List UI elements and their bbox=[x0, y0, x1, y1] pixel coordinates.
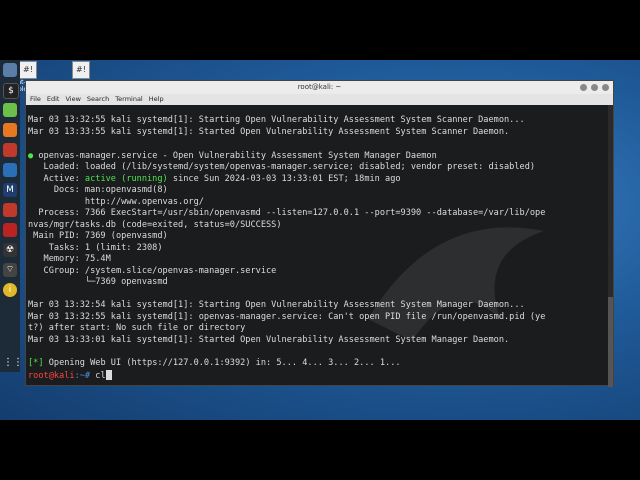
window-titlebar[interactable]: root@kali: ~ bbox=[26, 81, 613, 94]
prompt-user: root@kali bbox=[28, 371, 75, 381]
terminal-output[interactable]: Mar 03 13:32:55 kali systemd[1]: Startin… bbox=[26, 105, 608, 385]
script-file-icon-text: #! bbox=[76, 65, 86, 74]
terminal-line: Mar 03 13:32:55 kali systemd[1]: Startin… bbox=[28, 115, 525, 125]
terminal-line: [*] Opening Web UI (https://127.0.0.1:93… bbox=[28, 358, 401, 369]
armitage-icon[interactable] bbox=[3, 163, 17, 177]
firefox-icon[interactable] bbox=[3, 123, 17, 137]
menu-terminal[interactable]: Terminal bbox=[115, 95, 142, 103]
terminal-line: Mar 03 13:32:54 kali systemd[1]: Startin… bbox=[28, 300, 525, 310]
script-file-icon-text: #! bbox=[23, 65, 33, 74]
scrollbar-thumb[interactable] bbox=[608, 297, 613, 387]
text-editor-icon[interactable] bbox=[3, 103, 17, 117]
exploit-icon[interactable] bbox=[3, 143, 17, 157]
active-since: since Sun 2024-03-03 13:33:01 EST; 18min… bbox=[167, 174, 401, 184]
terminal-line: Memory: 75.4M bbox=[28, 254, 111, 264]
terminal-line: CGroup: /system.slice/openvas-manager.se… bbox=[28, 266, 277, 276]
active-label: Active: bbox=[28, 174, 85, 184]
terminal-line: ● openvas-manager.service - Open Vulnera… bbox=[28, 151, 437, 162]
info-tag: [*] bbox=[28, 358, 44, 368]
menu-view[interactable]: View bbox=[65, 95, 80, 103]
terminal-line: Mar 03 13:33:01 kali systemd[1]: Started… bbox=[28, 335, 510, 345]
close-icon[interactable] bbox=[602, 84, 609, 91]
terminal-prompt[interactable]: root@kali:~# cl bbox=[28, 370, 112, 381]
status-bullet: ● bbox=[28, 151, 34, 161]
terminal-line: Mar 03 13:33:55 kali systemd[1]: Started… bbox=[28, 127, 510, 137]
scrollbar[interactable] bbox=[608, 105, 613, 387]
terminal-line: http://www.openvas.org/ bbox=[28, 197, 204, 207]
wifi-icon[interactable]: ⌔ bbox=[3, 263, 17, 277]
terminal-line: Loaded: loaded (/lib/systemd/system/open… bbox=[28, 162, 536, 172]
menu-file[interactable]: File bbox=[30, 95, 41, 103]
kali-dragon-watermark bbox=[368, 227, 544, 341]
terminal-line: nvas/mgr/tasks.db (code=exited, status=0… bbox=[28, 220, 282, 230]
burp-icon[interactable] bbox=[3, 203, 17, 217]
terminal-line: Active: active (running) since Sun 2024-… bbox=[28, 174, 401, 185]
menu-bar: File Edit View Search Terminal Help bbox=[26, 94, 613, 105]
service-header: openvas-manager.service - Open Vulnerabi… bbox=[38, 151, 437, 161]
menu-help[interactable]: Help bbox=[149, 95, 164, 103]
command-input[interactable]: cl bbox=[95, 371, 105, 381]
script-file-icon[interactable]: #! bbox=[72, 61, 90, 79]
minimize-icon[interactable] bbox=[580, 84, 587, 91]
terminal-icon[interactable]: $ bbox=[3, 83, 19, 99]
terminal-line: Tasks: 1 (limit: 2308) bbox=[28, 243, 163, 253]
terminal-line: Main PID: 7369 (openvasmd) bbox=[28, 231, 168, 241]
active-status: active (running) bbox=[84, 174, 168, 184]
terminal-window: root@kali: ~ File Edit View Search Terminal H… bbox=[25, 80, 614, 387]
metasploit-icon[interactable]: M bbox=[3, 183, 17, 197]
text-cursor bbox=[105, 370, 112, 380]
beef-icon[interactable] bbox=[3, 223, 17, 237]
window-title: root@kali: ~ bbox=[297, 83, 342, 91]
prompt-path: :~# bbox=[74, 371, 96, 381]
menu-search[interactable]: Search bbox=[87, 95, 109, 103]
folder-icon[interactable] bbox=[3, 63, 17, 77]
apps-grid-icon[interactable]: ⋮⋮ bbox=[3, 356, 23, 370]
radiation-icon[interactable]: ☢ bbox=[3, 243, 17, 257]
script-file-icon[interactable]: #! bbox=[19, 61, 37, 79]
maximize-icon[interactable] bbox=[591, 84, 598, 91]
terminal-line: Process: 7366 ExecStart=/usr/sbin/openva… bbox=[28, 208, 546, 218]
dock: $ M ☢ ⌔ i ⋮⋮ bbox=[0, 60, 23, 372]
terminal-line: Docs: man:openvasmd(8) bbox=[28, 185, 168, 195]
menu-edit[interactable]: Edit bbox=[47, 95, 60, 103]
terminal-line: t?) after start: No such file or directo… bbox=[28, 323, 246, 333]
info-icon[interactable]: i bbox=[3, 283, 17, 297]
terminal-line: Mar 03 13:32:55 kali systemd[1]: openvas… bbox=[28, 312, 546, 322]
opening-web-ui: Opening Web UI (https://127.0.0.1:9392) … bbox=[48, 358, 401, 368]
terminal-line: └─7369 openvasmd bbox=[28, 277, 168, 287]
